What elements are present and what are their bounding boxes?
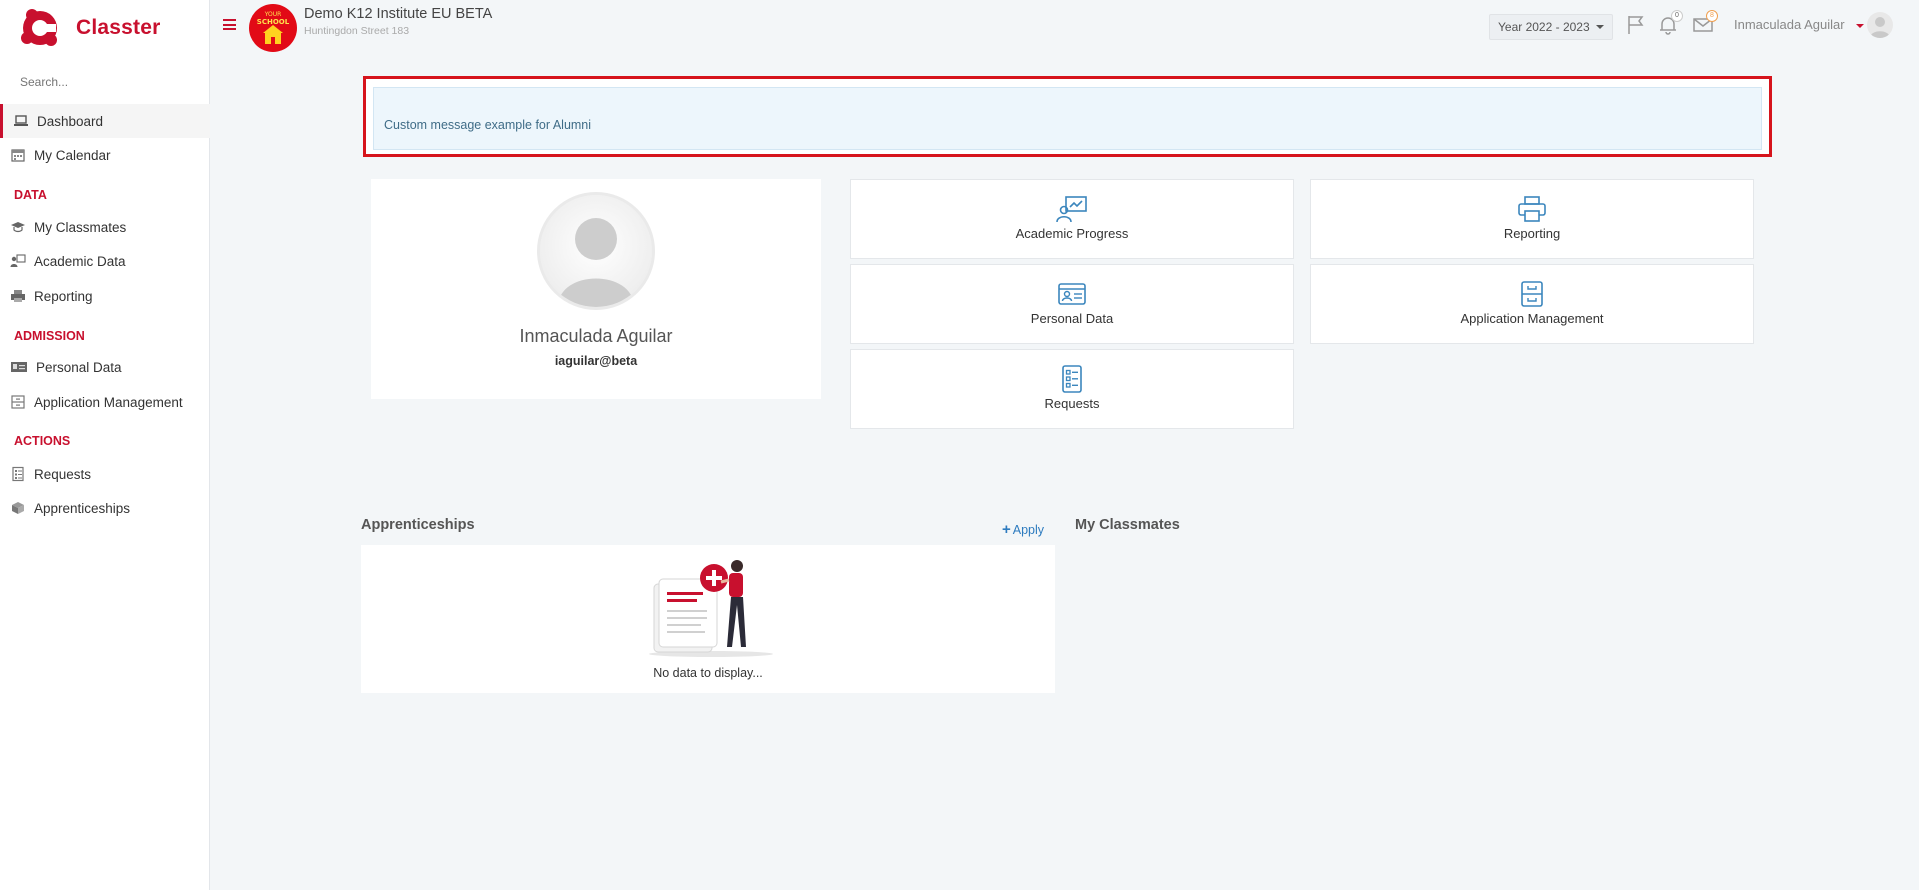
printer-icon — [1518, 196, 1546, 222]
profile-name: Inmaculada Aguilar — [519, 326, 673, 346]
sidebar-item-academic-data[interactable]: Academic Data — [0, 244, 210, 278]
tile-label: Reporting — [1503, 226, 1561, 241]
sidebar-item-label: Apprenticeships — [34, 500, 131, 516]
sidebar-section-data: DATA — [14, 188, 47, 202]
graduation-cap-icon — [11, 222, 25, 233]
avatar[interactable] — [1867, 12, 1893, 38]
tile-application-management[interactable]: Application Management — [1310, 264, 1754, 344]
user-menu[interactable]: Inmaculada Aguilar — [1734, 17, 1845, 32]
sidebar-item-application-management[interactable]: Application Management — [0, 385, 210, 419]
user-silhouette-icon — [1870, 17, 1890, 38]
apprenticeships-card: No data to display... — [361, 545, 1055, 693]
checklist-icon — [12, 466, 24, 482]
notifications-badge: 0 — [1671, 10, 1683, 22]
id-card-icon — [11, 362, 27, 372]
printer-icon — [11, 290, 25, 302]
custom-message-text: Custom message example for Alumni — [384, 118, 592, 132]
tile-academic-progress[interactable]: Academic Progress — [850, 179, 1294, 259]
tile-requests[interactable]: Requests — [850, 349, 1294, 429]
year-select[interactable]: Year 2022 - 2023 — [1489, 14, 1613, 40]
sidebar-item-dashboard[interactable]: Dashboard — [0, 104, 210, 138]
school-address: Huntingdon Street 183 — [304, 25, 410, 37]
sidebar: Classter Dashboard My Calendar DATA My C… — [0, 0, 210, 890]
plus-icon: + — [1002, 521, 1011, 538]
bell-icon[interactable]: 0 — [1657, 10, 1683, 36]
envelope-icon[interactable]: 8 — [1692, 10, 1718, 36]
chevron-down-icon — [1595, 25, 1604, 29]
school-building-icon: YOUR SCHOOL — [257, 11, 290, 44]
custom-message-box: Custom message example for Alumni — [373, 87, 1762, 150]
sidebar-search-input[interactable] — [20, 75, 190, 89]
tile-label: Academic Progress — [1015, 226, 1129, 241]
box-icon — [12, 502, 24, 514]
sidebar-item-label: Personal Data — [36, 359, 122, 375]
year-select-value: Year 2022 - 2023 — [1498, 20, 1590, 34]
file-cabinet-icon — [1521, 281, 1543, 307]
tile-label: Application Management — [1460, 311, 1604, 326]
profile-avatar — [537, 192, 655, 310]
tile-label: Requests — [1044, 396, 1100, 411]
svg-text:YOUR: YOUR — [264, 11, 282, 18]
calendar-icon — [11, 149, 25, 162]
tile-personal-data[interactable]: Personal Data — [850, 264, 1294, 344]
checklist-icon — [1062, 365, 1082, 393]
svg-text:SCHOOL: SCHOOL — [257, 18, 290, 26]
school-name: Demo K12 Institute EU BETA — [304, 6, 493, 22]
user-board-icon — [10, 254, 26, 267]
profile-card: Inmaculada Aguilar iaguilar@beta — [371, 179, 821, 399]
sidebar-item-reporting[interactable]: Reporting — [0, 279, 210, 313]
sidebar-item-label: Dashboard — [37, 113, 104, 129]
classter-logo-icon — [21, 9, 57, 46]
brand-logo[interactable]: Classter — [18, 6, 160, 50]
sidebar-item-label: My Calendar — [34, 147, 111, 163]
sidebar-item-label: Requests — [34, 466, 92, 482]
sidebar-item-requests[interactable]: Requests — [0, 457, 210, 491]
custom-message-highlight: Custom message example for Alumni — [363, 76, 1772, 157]
tile-label: Personal Data — [1030, 311, 1114, 326]
flag-icon[interactable] — [1625, 14, 1647, 36]
empty-state-illustration-icon — [649, 560, 773, 657]
sidebar-item-personal-data[interactable]: Personal Data — [0, 350, 210, 384]
user-menu-chevron-icon[interactable] — [1856, 24, 1864, 28]
sidebar-item-label: Academic Data — [34, 253, 126, 269]
apply-label: Apply — [1012, 522, 1045, 537]
menu-toggle-icon[interactable] — [223, 19, 236, 30]
messages-badge: 8 — [1706, 10, 1718, 22]
academic-progress-icon — [1056, 196, 1087, 223]
apply-button[interactable]: + Apply — [1002, 521, 1044, 538]
user-silhouette-icon — [540, 195, 652, 307]
apprenticeships-title: Apprenticeships — [361, 517, 475, 533]
sidebar-item-label: Reporting — [34, 288, 93, 304]
sidebar-item-apprenticeships[interactable]: Apprenticeships — [0, 491, 210, 525]
id-card-icon — [1058, 283, 1086, 305]
sidebar-item-label: My Classmates — [34, 219, 127, 235]
tile-reporting[interactable]: Reporting — [1310, 179, 1754, 259]
sidebar-item-label: Application Management — [34, 394, 183, 410]
laptop-icon — [14, 115, 28, 126]
empty-state-text: No data to display... — [653, 666, 763, 680]
sidebar-item-my-calendar[interactable]: My Calendar — [0, 138, 210, 172]
my-classmates-title: My Classmates — [1075, 517, 1180, 533]
sidebar-section-actions: ACTIONS — [14, 434, 71, 448]
file-cabinet-icon — [11, 395, 25, 409]
sidebar-section-admission: ADMISSION — [14, 329, 85, 343]
school-logo: YOUR SCHOOL — [249, 4, 297, 52]
sidebar-item-my-classmates[interactable]: My Classmates — [0, 210, 210, 244]
brand-name: Classter — [76, 16, 161, 39]
profile-email: iaguilar@beta — [554, 354, 638, 368]
